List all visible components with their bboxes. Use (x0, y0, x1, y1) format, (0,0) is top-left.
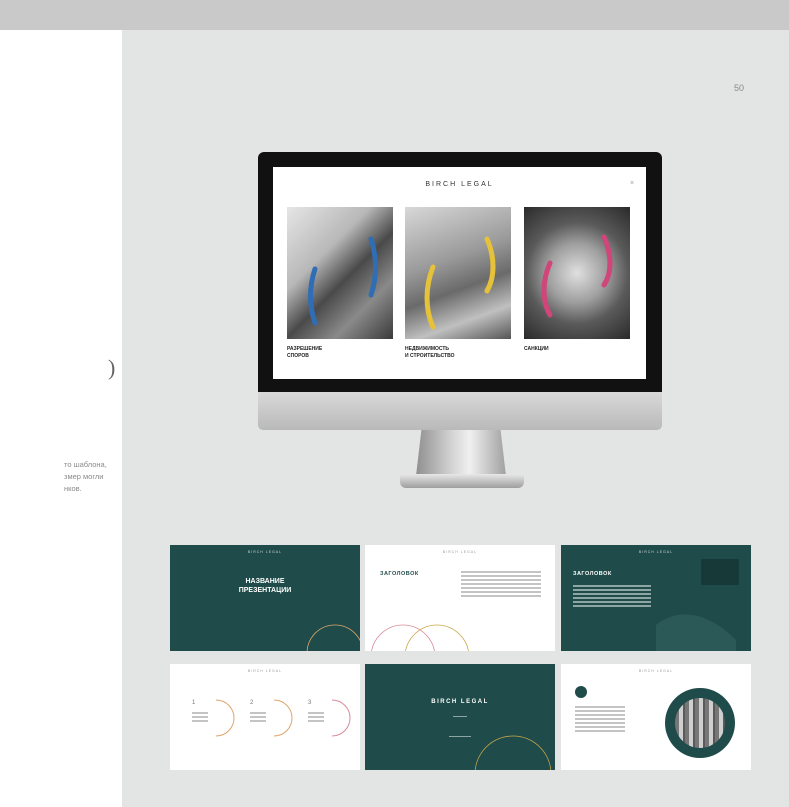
circle-photo (675, 698, 725, 748)
page-number: 50 (734, 83, 745, 93)
left-description-line: змер могли (64, 472, 104, 481)
screen-brand: BIRCH LEGAL (425, 181, 494, 188)
slide-brand: BIRCH LEGAL (638, 669, 674, 673)
slide-object-shadow (656, 559, 739, 651)
top-bar (0, 0, 789, 30)
caption-sanctions: САНКЦИИ (524, 346, 549, 352)
left-panel (0, 30, 122, 807)
accent-dot (575, 686, 587, 698)
slide-arcs (371, 624, 469, 651)
slide-heading-text: BIRCH LEGAL ЗАГОЛОВОК (365, 545, 555, 651)
photo-construction (405, 207, 511, 339)
accent-stroke-yellow (424, 236, 496, 330)
slide-arc (306, 624, 360, 651)
left-paren: ) (108, 355, 116, 380)
close-icon: × (630, 180, 635, 187)
slide-three-steps: BIRCH LEGAL 1 2 3 (170, 664, 360, 770)
photo-handshake (287, 207, 393, 339)
monitor-stand-base (400, 474, 524, 488)
left-description: то шаблона, змер могли нков. (64, 459, 122, 495)
slide-circle-photo: BIRCH LEGAL (561, 664, 751, 770)
slide-brand-center: BIRCH LEGAL (365, 664, 555, 770)
text-lines (575, 706, 625, 734)
monitor-chin (258, 392, 662, 430)
monitor-stand-neck (416, 430, 506, 476)
left-description-line: нков. (64, 484, 82, 493)
accent-stroke-blue (308, 236, 378, 326)
accent-stroke-pink (541, 234, 613, 318)
left-description-line: то шаблона, (64, 460, 107, 469)
step-arcs (215, 699, 351, 737)
slide-heading-dark: BIRCH LEGAL ЗАГОЛОВОК (561, 545, 751, 651)
photo-team-hands (524, 207, 630, 339)
caption-real-estate: НЕДВИЖИМОСТЬ И СТРОИТЕЛЬСТВО (405, 346, 455, 359)
slide-title: BIRCH LEGAL НАЗВАНИЕ ПРЕЗЕНТАЦИИ (170, 545, 360, 651)
caption-disputes: РАЗРЕШЕНИЕ СПОРОВ (287, 346, 323, 359)
slide-arc (449, 716, 552, 770)
